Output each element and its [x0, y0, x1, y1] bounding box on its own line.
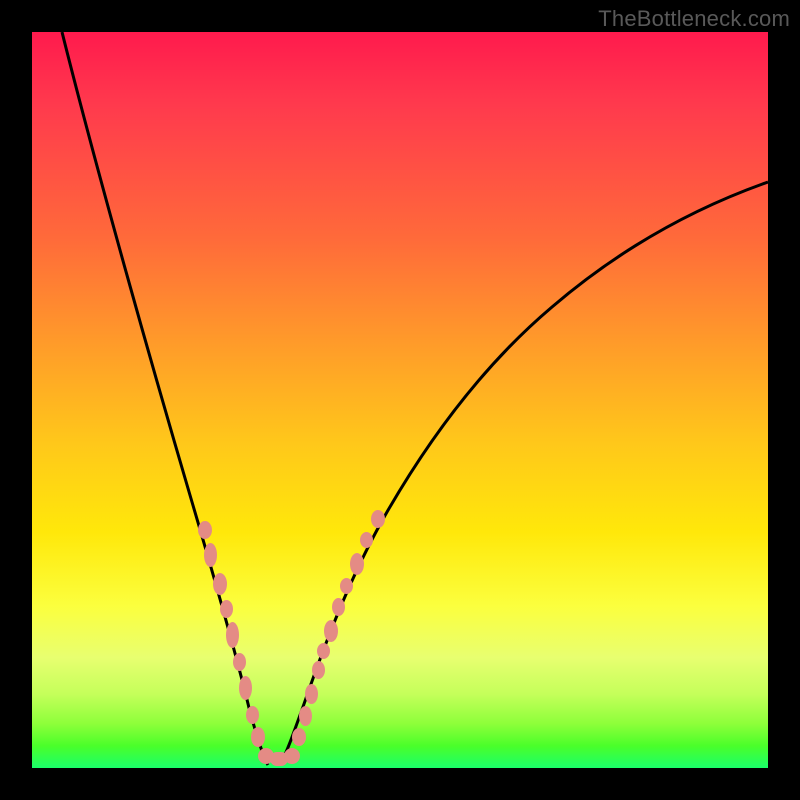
valley-marker	[220, 600, 233, 618]
valley-marker	[213, 573, 227, 595]
valley-marker	[360, 532, 373, 548]
valley-marker	[305, 684, 318, 704]
watermark-text: TheBottleneck.com	[598, 6, 790, 32]
valley-marker	[371, 510, 385, 528]
chart-stage: TheBottleneck.com	[0, 0, 800, 800]
valley-marker	[198, 521, 212, 539]
valley-marker	[340, 578, 353, 594]
valley-marker	[204, 543, 217, 567]
valley-marker	[246, 706, 259, 724]
right-branch-curve	[280, 182, 768, 765]
valley-marker	[324, 620, 338, 642]
valley-marker	[251, 727, 265, 747]
valley-marker	[299, 706, 312, 726]
curve-layer	[32, 32, 768, 768]
valley-marker	[317, 643, 330, 659]
valley-marker	[239, 676, 252, 700]
valley-marker	[332, 598, 345, 616]
valley-marker	[312, 661, 325, 679]
valley-marker	[292, 728, 306, 746]
valley-marker	[233, 653, 246, 671]
valley-marker	[284, 748, 300, 764]
plot-area	[32, 32, 768, 768]
valley-marker	[226, 622, 239, 648]
valley-marker	[350, 553, 364, 575]
